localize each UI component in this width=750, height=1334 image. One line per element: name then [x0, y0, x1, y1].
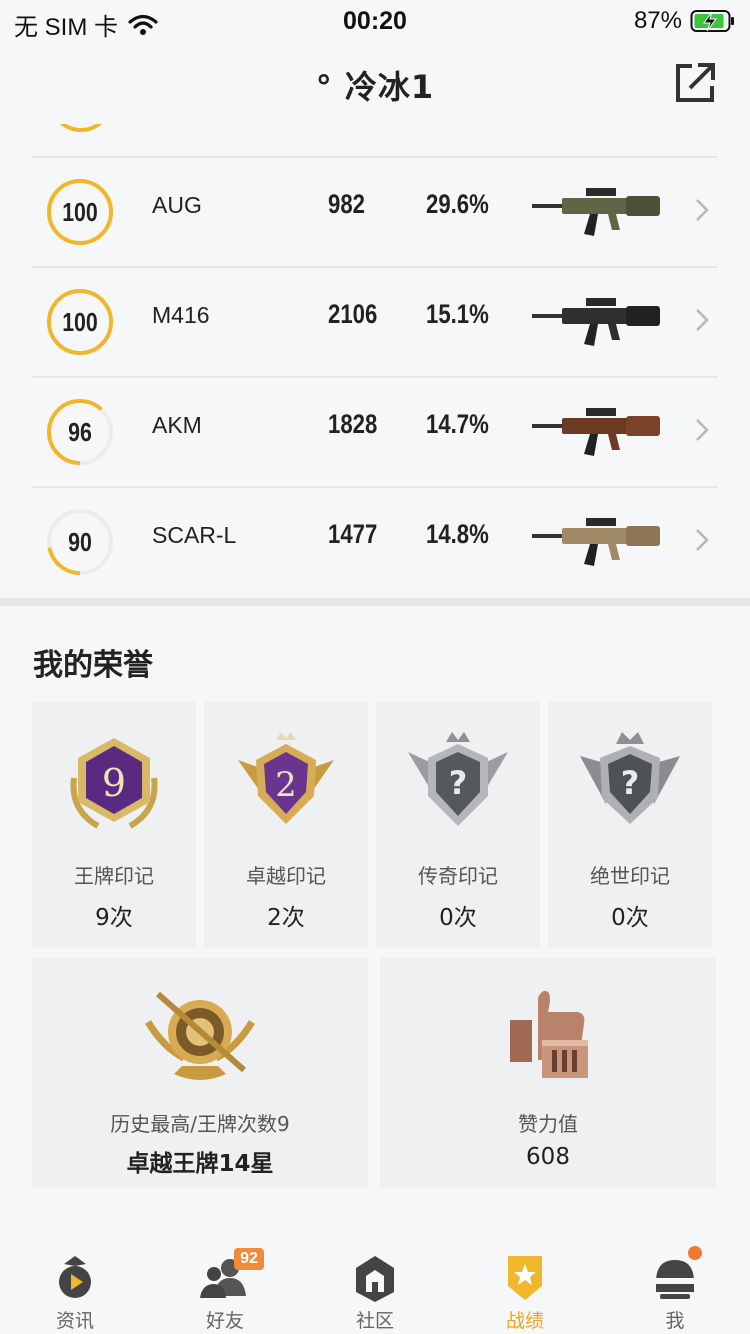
honor-section-title: 我的荣誉	[33, 648, 153, 683]
weapon-level: 100	[62, 306, 98, 337]
badge-count: 0次	[439, 905, 477, 931]
svg-text:2: 2	[275, 765, 297, 805]
tab-label: 战绩	[505, 1310, 544, 1332]
badge-label: 王牌印记	[74, 864, 154, 888]
weapon-level: 96	[68, 416, 92, 447]
page-title: ° 冷冰1	[315, 68, 435, 106]
tab-profile[interactable]: 我	[600, 1240, 750, 1334]
friends-badge-count: 92	[234, 1248, 264, 1270]
thumbs-up-trophy-icon	[510, 990, 588, 1078]
badge-label: 绝世印记	[590, 864, 670, 888]
weapon-name: SCAR-L	[152, 522, 237, 548]
weapon-name: AKM	[152, 412, 202, 438]
ace-tier-badge-icon	[145, 991, 255, 1080]
tab-news[interactable]: 资讯	[0, 1240, 150, 1334]
weapon-kills: 2106	[328, 299, 378, 329]
tab-friends[interactable]: 92 好友	[150, 1240, 300, 1334]
ace-emblem-icon: 9	[70, 738, 158, 829]
aug-rifle-icon	[532, 188, 660, 236]
weapon-kills: 1828	[328, 409, 378, 439]
badge-count: 0次	[611, 905, 649, 931]
scar-l-rifle-icon	[532, 518, 660, 566]
best-tier-value: 卓越王牌14星	[126, 1151, 274, 1177]
badge-label: 传奇印记	[418, 864, 498, 888]
weapon-level: 90	[68, 526, 92, 557]
game-record-page: 无 SIM 卡 00:20 87% ° 冷冰1 100 AUG 982 29.6…	[0, 0, 750, 1334]
likes-card[interactable]: 赞力值 608	[380, 958, 716, 1188]
section-divider	[0, 598, 750, 606]
weapon-row-aug[interactable]: 100 AUG 982 29.6%	[32, 156, 718, 266]
peerless-emblem-card[interactable]: ? 绝世印记 0次	[548, 702, 712, 948]
tab-label: 资讯	[55, 1310, 94, 1332]
record-icon	[508, 1256, 542, 1300]
akm-rifle-icon	[532, 408, 660, 456]
profile-notification-dot	[688, 1246, 702, 1260]
svg-text:?: ?	[621, 764, 640, 802]
news-icon	[59, 1256, 91, 1298]
tab-bar: 资讯 92 好友 社区 战绩 我	[0, 1240, 750, 1334]
status-bar: 无 SIM 卡 00:20 87%	[0, 0, 750, 44]
weapon-name: M416	[152, 302, 210, 328]
tab-label: 我	[665, 1310, 685, 1332]
weapon-list: 100 AUG 982 29.6% 100 M416 2106 15.1% 96…	[0, 124, 750, 598]
ace-emblem-card[interactable]: 9 王牌印记 9次	[32, 702, 196, 948]
legend-emblem-icon: ?	[408, 732, 508, 826]
weapon-name: AUG	[152, 192, 202, 218]
weapon-usage-rate: 14.8%	[426, 519, 489, 549]
tab-record[interactable]: 战绩	[450, 1240, 600, 1334]
chevron-right-icon	[696, 199, 709, 221]
badge-label: 卓越印记	[246, 864, 326, 888]
weapon-row-akm[interactable]: 96 AKM 1828 14.7%	[32, 376, 718, 486]
likes-label: 赞力值	[518, 1112, 578, 1136]
community-icon	[356, 1256, 394, 1302]
badge-count: 2次	[267, 905, 305, 931]
excellence-emblem-card[interactable]: 2 卓越印记 2次	[204, 702, 368, 948]
excellence-emblem-icon: 2	[238, 732, 334, 824]
best-tier-card[interactable]: 历史最高/王牌次数9 卓越王牌14星	[32, 958, 368, 1188]
weapon-ring-partial	[59, 124, 103, 132]
tab-label: 好友	[205, 1310, 244, 1332]
chevron-right-icon	[696, 419, 709, 441]
weapon-kills: 1477	[328, 519, 378, 549]
badge-count: 9次	[95, 905, 133, 931]
tab-label: 社区	[355, 1310, 394, 1332]
weapon-row-m416[interactable]: 100 M416 2106 15.1%	[32, 266, 718, 376]
likes-value: 608	[526, 1144, 570, 1170]
chevron-right-icon	[696, 529, 709, 551]
legend-emblem-card[interactable]: ? 传奇印记 0次	[376, 702, 540, 948]
best-tier-label: 历史最高/王牌次数9	[110, 1112, 290, 1136]
svg-text:9: 9	[102, 761, 126, 805]
weapon-level: 100	[62, 196, 98, 227]
weapon-usage-rate: 14.7%	[426, 409, 489, 439]
m416-rifle-icon	[532, 298, 660, 346]
weapon-usage-rate: 29.6%	[426, 189, 489, 219]
battery-percent: 87%	[633, 7, 682, 34]
weapon-kills: 982	[328, 189, 365, 219]
weapon-usage-rate: 15.1%	[426, 299, 489, 329]
weapon-row-scar-l[interactable]: 90 SCAR-L 1477 14.8%	[32, 486, 718, 596]
chevron-right-icon	[696, 309, 709, 331]
share-icon[interactable]	[672, 60, 718, 106]
tab-community[interactable]: 社区	[300, 1240, 450, 1334]
peerless-emblem-icon: ?	[580, 732, 680, 824]
header: ° 冷冰1	[0, 44, 750, 124]
battery-charging-icon	[690, 10, 734, 32]
status-right: 87%	[634, 7, 736, 35]
svg-text:?: ?	[449, 764, 468, 802]
